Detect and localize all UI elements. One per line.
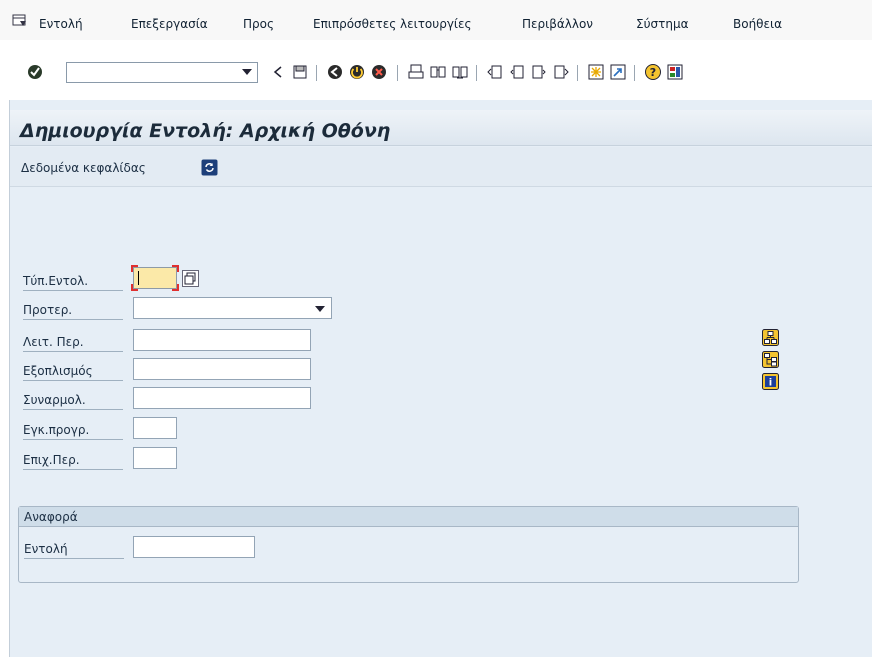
menu-item-extras[interactable]: Επιπρόσθετες λειτουργίες (313, 17, 472, 31)
menu-item-help[interactable]: Βοήθεια (733, 17, 782, 31)
back-arrow-icon[interactable] (269, 63, 287, 81)
structure-icon[interactable] (762, 329, 779, 346)
reference-order-label: Εντολή (24, 539, 124, 559)
text-cursor (138, 271, 139, 285)
customize-layout-icon[interactable] (666, 63, 684, 81)
chevron-down-icon[interactable] (315, 306, 325, 312)
value-help-icon[interactable] (182, 270, 199, 287)
planning-plant-input[interactable] (133, 417, 177, 439)
save-icon[interactable] (291, 63, 309, 81)
focus-corner (172, 284, 179, 291)
menu-popup-icon[interactable] (12, 14, 28, 28)
toolbar-divider (476, 65, 477, 81)
page-title: Δημιουργία Εντολή: Αρχική Οθόνη (20, 120, 391, 142)
back-icon[interactable] (326, 63, 344, 81)
business-area-input[interactable] (133, 447, 177, 469)
planning-plant-label: Εγκ.προγρ. (23, 420, 123, 440)
help-icon[interactable]: ? (644, 63, 662, 81)
hierarchy-icon[interactable] (762, 351, 779, 368)
priority-label: Προτερ. (23, 300, 123, 320)
priority-select[interactable] (133, 297, 332, 319)
print-icon[interactable] (407, 63, 425, 81)
assembly-input[interactable] (133, 387, 311, 409)
focus-corner (131, 284, 138, 291)
menu-item-system[interactable]: Σύστημα (636, 17, 689, 31)
new-session-icon[interactable] (587, 63, 605, 81)
chevron-down-icon[interactable] (242, 69, 252, 75)
cancel-icon[interactable] (370, 63, 388, 81)
menu-item-order[interactable]: Εντολή (39, 17, 83, 31)
business-area-label: Επιχ.Περ. (23, 450, 123, 470)
order-type-input[interactable] (131, 265, 179, 291)
info-icon[interactable]: i (762, 373, 779, 390)
focus-corner (131, 265, 138, 272)
focus-corner (172, 265, 179, 272)
functional-location-label: Λειτ. Περ. (23, 332, 123, 352)
find-next-icon[interactable] (451, 63, 469, 81)
menu-item-environment[interactable]: Περιβάλλον (522, 17, 593, 31)
title-bar: Δημιουργία Εντολή: Αρχική Οθόνη (10, 110, 872, 146)
system-toolbar: ? (0, 52, 872, 86)
exit-icon[interactable] (348, 63, 366, 81)
toolbar-divider (577, 65, 578, 81)
equipment-label: Εξοπλισμός (23, 361, 123, 381)
previous-page-icon[interactable] (508, 63, 526, 81)
refresh-icon[interactable] (201, 159, 218, 176)
next-page-icon[interactable] (530, 63, 548, 81)
svg-text:i: i (769, 378, 772, 389)
first-page-icon[interactable] (486, 63, 504, 81)
application-toolbar: Δεδομένα κεφαλίδας (10, 147, 872, 187)
toolbar-divider (397, 65, 398, 81)
assembly-label: Συναρμολ. (23, 390, 123, 410)
command-field[interactable] (66, 62, 258, 83)
toolbar-divider (316, 65, 317, 81)
menu-bar: Εντολή Επεξεργασία Προς Επιπρόσθετες λει… (0, 0, 872, 40)
header-data-button[interactable]: Δεδομένα κεφαλίδας (21, 161, 146, 175)
find-icon[interactable] (429, 63, 447, 81)
toolbar-divider (634, 65, 635, 81)
reference-order-input[interactable] (133, 536, 255, 558)
menu-item-edit[interactable]: Επεξεργασία (131, 17, 208, 31)
order-type-label: Τύπ.Εντολ. (23, 271, 123, 291)
last-page-icon[interactable] (552, 63, 570, 81)
reference-group: Αναφορά Εντολή (18, 506, 799, 583)
main-panel: Δημιουργία Εντολή: Αρχική Οθόνη Δεδομένα… (9, 100, 872, 657)
functional-location-input[interactable] (133, 329, 311, 351)
reference-group-title: Αναφορά (19, 507, 798, 527)
svg-text:?: ? (650, 66, 656, 79)
menu-item-goto[interactable]: Προς (243, 17, 274, 31)
equipment-input[interactable] (133, 358, 311, 380)
shortcut-icon[interactable] (609, 63, 627, 81)
enter-icon[interactable] (26, 63, 44, 81)
